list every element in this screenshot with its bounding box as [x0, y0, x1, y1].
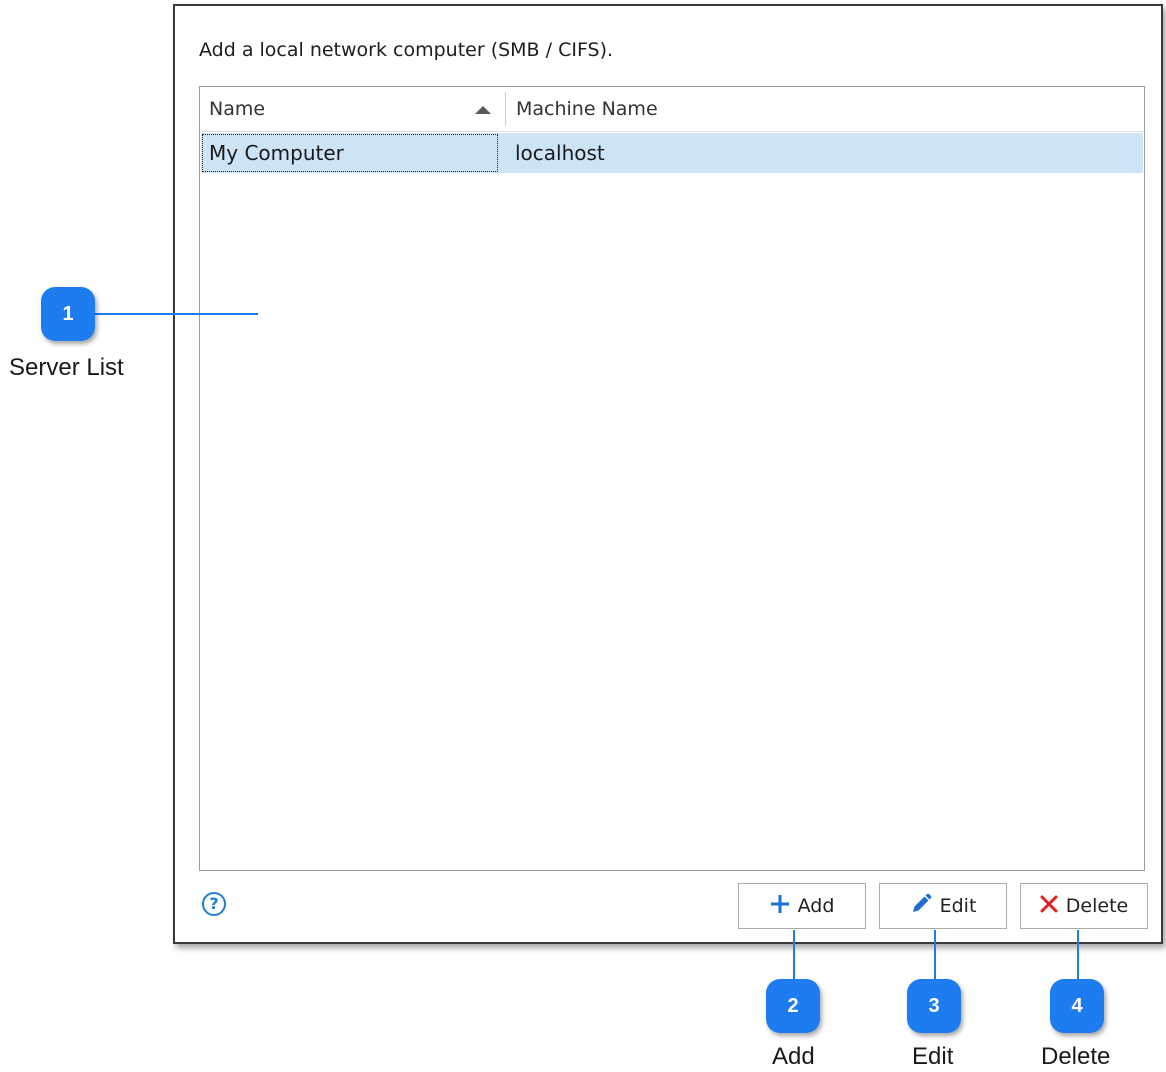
server-list[interactable]: Name Machine Name My Computer localhost: [199, 86, 1145, 871]
delete-button[interactable]: Delete: [1020, 883, 1148, 929]
cell-machine-name[interactable]: localhost: [515, 133, 605, 173]
plus-icon: [770, 894, 790, 919]
x-icon: [1040, 895, 1058, 918]
sort-ascending-icon: [475, 106, 491, 114]
column-header-machine-name[interactable]: Machine Name: [516, 87, 658, 131]
server-dialog: Add a local network computer (SMB / CIFS…: [173, 4, 1163, 944]
column-separator[interactable]: [505, 92, 506, 126]
callout-1-line: [95, 313, 258, 315]
pencil-icon: [910, 893, 932, 920]
column-header-name[interactable]: Name: [209, 87, 499, 131]
callout-2-line: [793, 930, 795, 980]
edit-button[interactable]: Edit: [879, 883, 1007, 929]
callout-4-line: [1077, 930, 1079, 980]
callout-1-label: Server List: [9, 354, 124, 381]
table-row[interactable]: My Computer localhost: [201, 133, 1143, 173]
add-button[interactable]: Add: [738, 883, 866, 929]
callout-2-badge: 2: [766, 979, 820, 1033]
callout-3-badge: 3: [907, 979, 961, 1033]
callout-4-label: Delete: [1041, 1043, 1111, 1070]
add-button-label: Add: [797, 895, 835, 917]
list-header: Name Machine Name: [200, 87, 1144, 132]
delete-button-label: Delete: [1065, 895, 1129, 917]
callout-2-label: Add: [772, 1043, 815, 1070]
edit-button-label: Edit: [939, 895, 977, 917]
help-icon[interactable]: ?: [202, 892, 226, 916]
callout-4-badge: 4: [1050, 979, 1104, 1033]
callout-3-label: Edit: [912, 1043, 954, 1070]
cell-name[interactable]: My Computer: [201, 133, 499, 173]
dialog-description: Add a local network computer (SMB / CIFS…: [199, 39, 614, 61]
callout-3-line: [934, 930, 936, 980]
callout-1-badge: 1: [41, 287, 95, 341]
